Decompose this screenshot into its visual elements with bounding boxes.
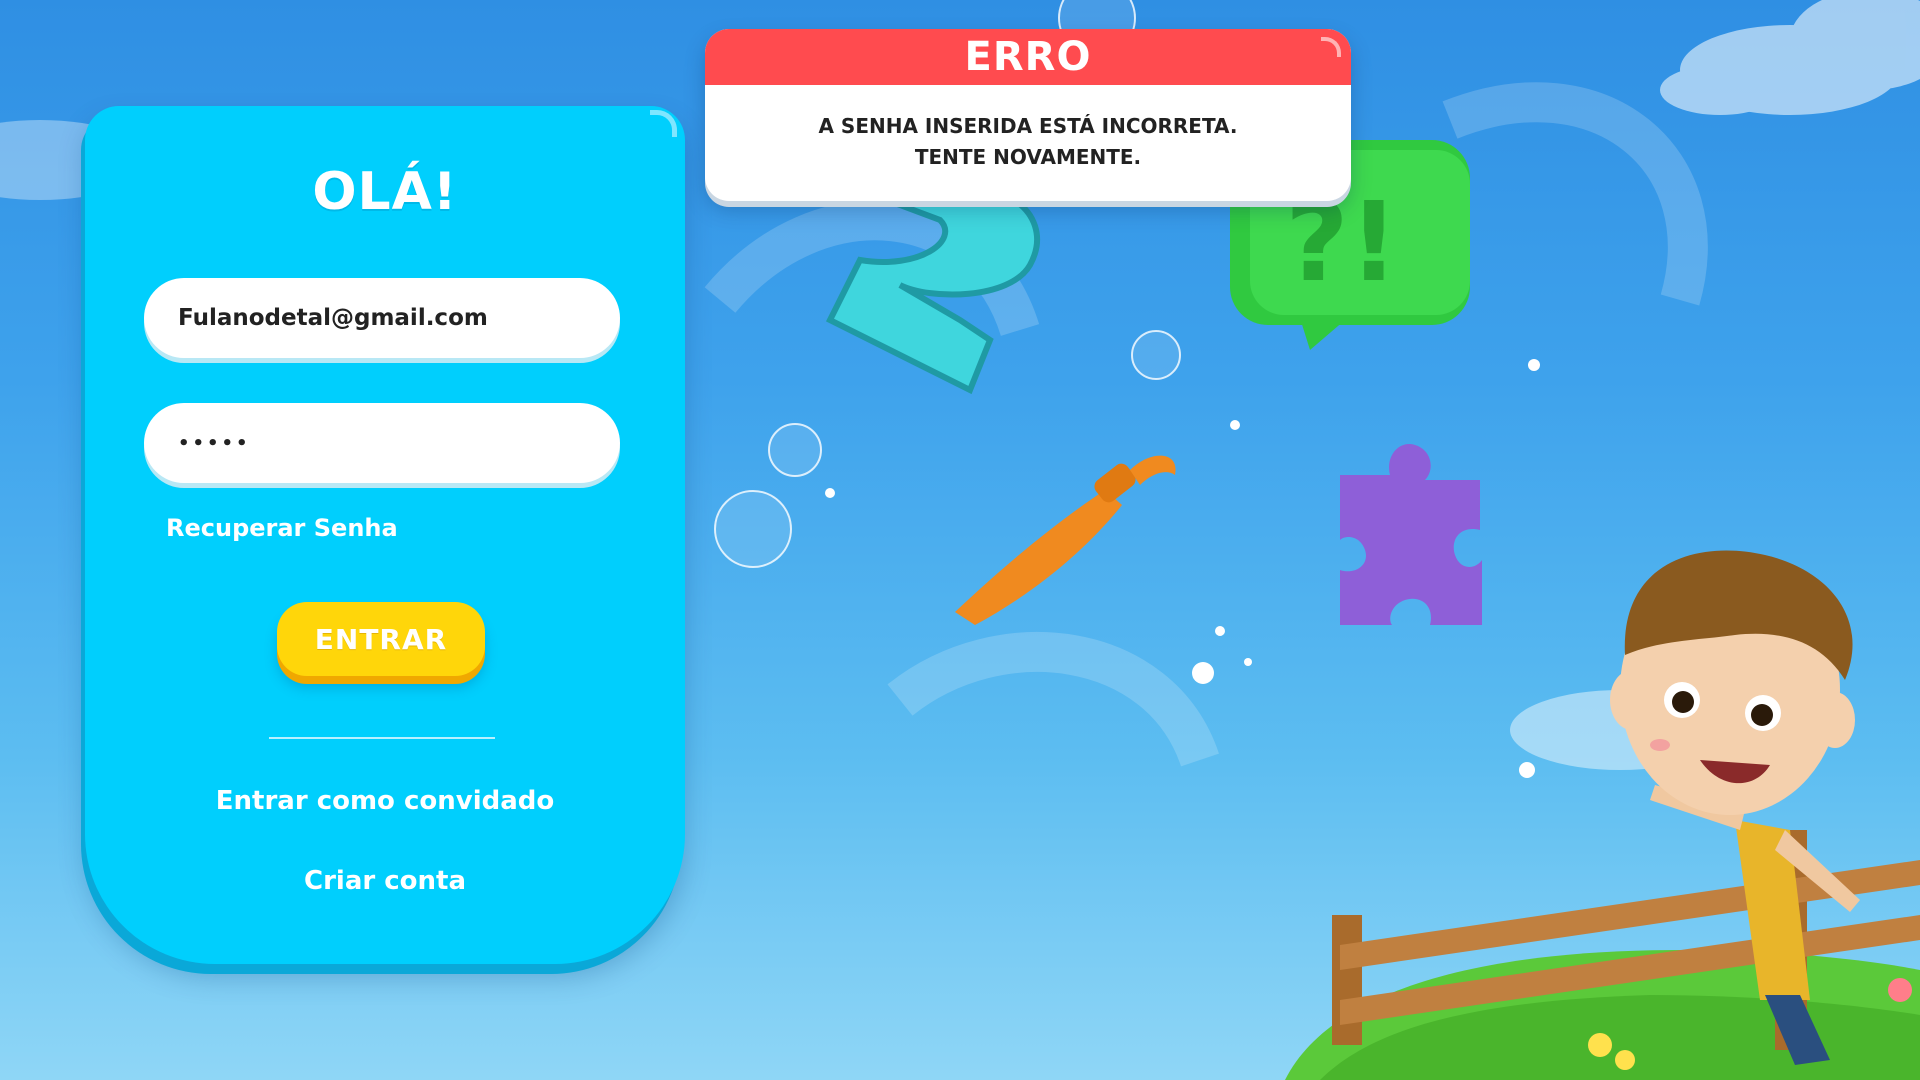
bubble xyxy=(1131,330,1181,380)
login-card: OLÁ! Fulanodetal@gmail.com ••••• Recuper… xyxy=(85,106,685,964)
password-field[interactable]: ••••• xyxy=(144,403,620,483)
bubble xyxy=(714,490,792,568)
bubble xyxy=(768,423,822,477)
error-message-line-2: TENTE NOVAMENTE. xyxy=(914,145,1142,169)
email-field[interactable]: Fulanodetal@gmail.com xyxy=(144,278,620,358)
paintbrush-icon xyxy=(955,455,1176,625)
puzzle-piece-icon xyxy=(1340,444,1482,625)
error-message: A SENHA INSERIDA ESTÁ INCORRETA. TENTE N… xyxy=(705,111,1351,173)
recover-password-link[interactable]: Recuperar Senha xyxy=(166,514,398,542)
divider xyxy=(269,737,495,739)
guest-login-link[interactable]: Entrar como convidado xyxy=(85,786,685,816)
error-message-line-1: A SENHA INSERIDA ESTÁ INCORRETA. xyxy=(818,114,1238,138)
cloud-top-right xyxy=(1660,0,1920,115)
error-title: ERRO xyxy=(705,29,1351,85)
error-modal: ERRO A SENHA INSERIDA ESTÁ INCORRETA. TE… xyxy=(705,29,1351,201)
create-account-link[interactable]: Criar conta xyxy=(85,866,685,896)
greeting-title: OLÁ! xyxy=(312,162,458,222)
card-corner-accent xyxy=(650,110,677,137)
enter-button[interactable]: ENTRAR xyxy=(277,602,485,676)
